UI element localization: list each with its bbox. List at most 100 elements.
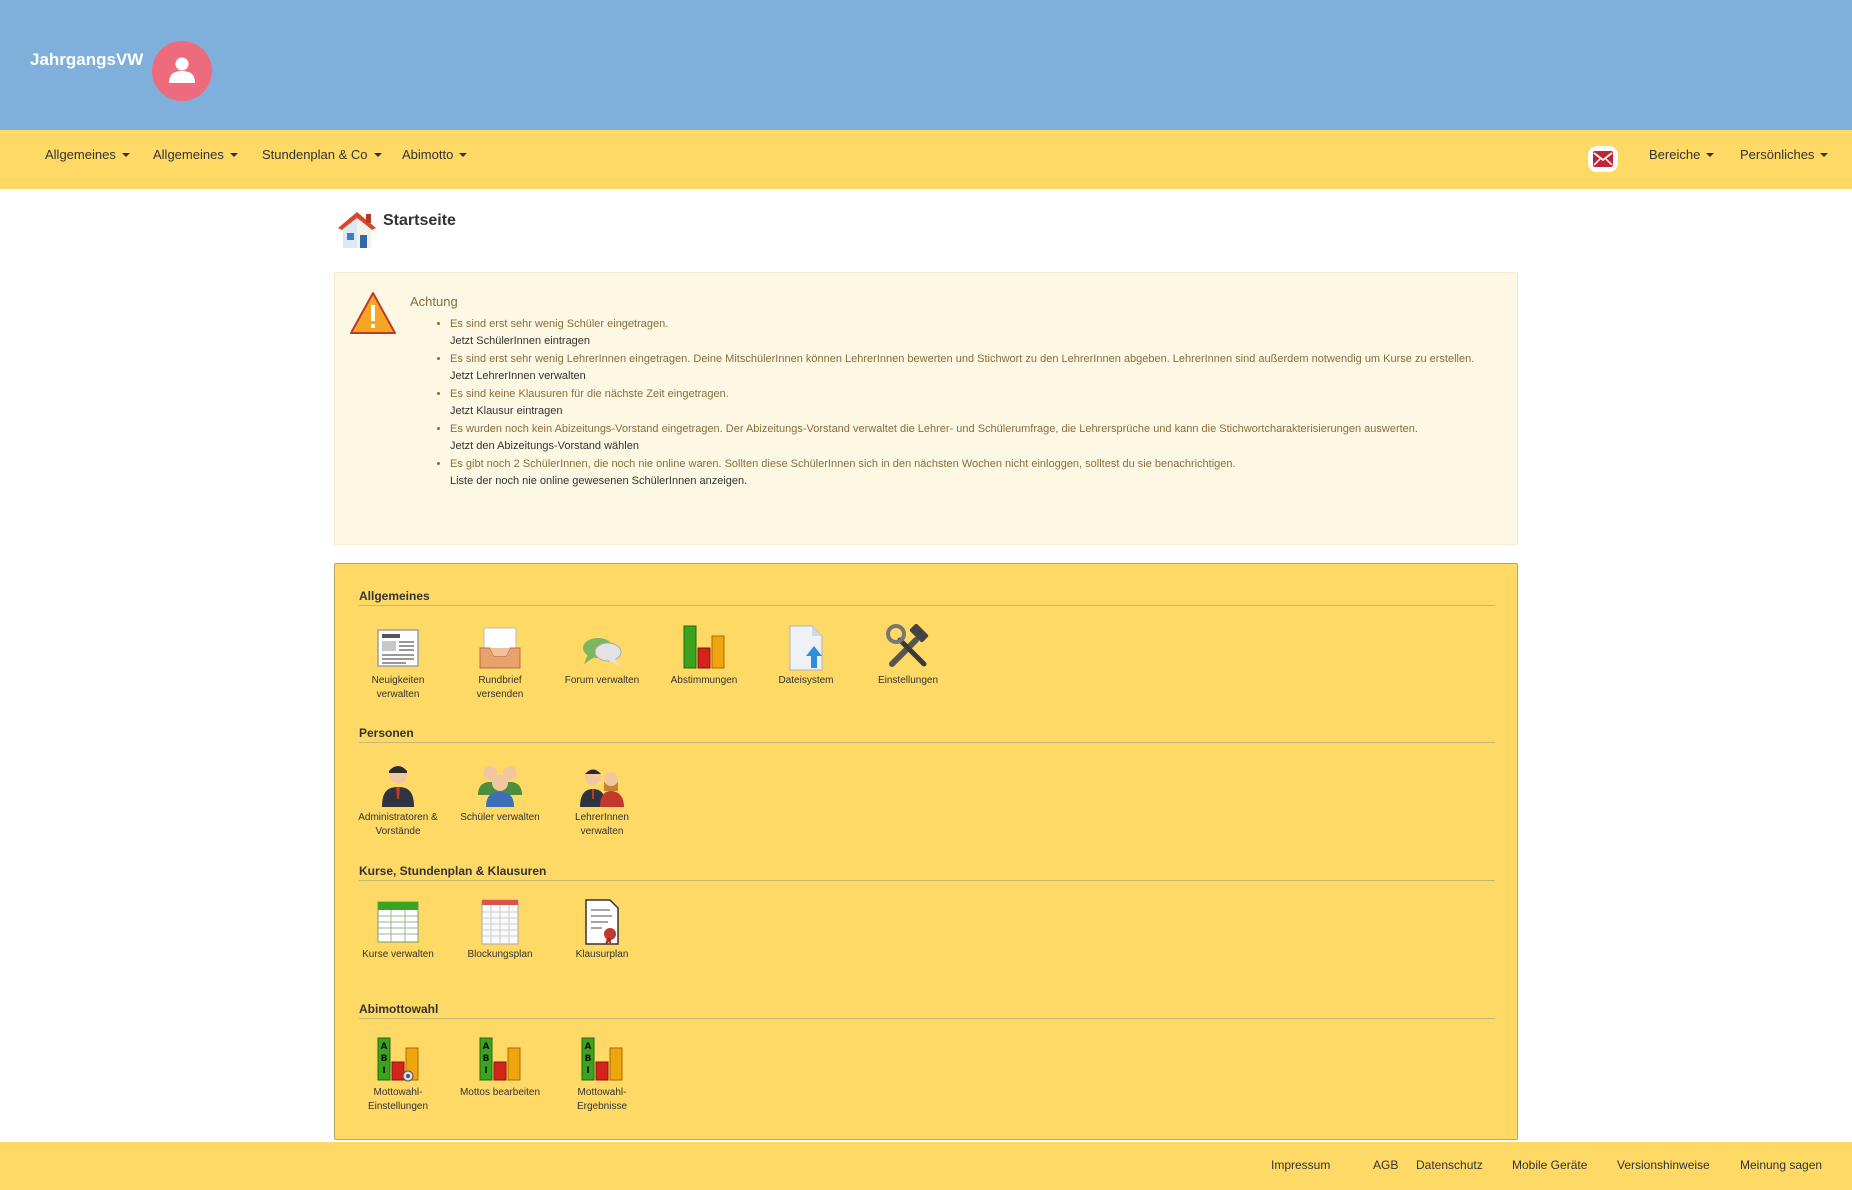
- nav-label: Bereiche: [1649, 147, 1701, 162]
- alert-text: Es sind erst sehr wenig LehrerInnen eing…: [450, 353, 1475, 365]
- caret-down-icon: [1706, 152, 1715, 157]
- teachers-icon: [580, 769, 624, 807]
- tile-label: Mottowahl-Einstellungen: [367, 1087, 429, 1112]
- tile-blockungsplan[interactable]: Blockungsplan: [455, 898, 545, 962]
- nav-menu-abimotto[interactable]: Abimotto: [402, 130, 468, 189]
- svg-text:I: I: [484, 1066, 487, 1076]
- nav-menu-persoenliches[interactable]: Persönliches: [1740, 130, 1829, 189]
- warning-alert: Achtung Es sind erst sehr wenig Schüler …: [334, 272, 1518, 545]
- svg-text:I: I: [586, 1066, 589, 1076]
- warning-icon: [350, 292, 396, 334]
- certificate-icon: [585, 899, 619, 945]
- section-divider: [359, 880, 1495, 881]
- tile-label: Einstellungen: [877, 675, 939, 686]
- footer-link-impressum[interactable]: Impressum: [1271, 1158, 1330, 1172]
- alert-title: Achtung: [410, 294, 458, 309]
- caret-down-icon: [121, 152, 130, 157]
- nav-menu-allgemeines-1[interactable]: Allgemeines: [45, 130, 130, 189]
- caret-down-icon: [229, 152, 238, 157]
- tile-schueler[interactable]: Schüler verwalten: [455, 761, 545, 825]
- newspaper-icon: [377, 629, 419, 667]
- main-navbar: Allgemeines Allgemeines Stundenplan & Co…: [0, 130, 1852, 189]
- alert-action-link[interactable]: Jetzt Klausur eintragen: [450, 403, 1502, 420]
- alert-action-link[interactable]: Liste der noch nie online gewesenen Schü…: [450, 473, 1502, 490]
- svg-text:B: B: [585, 1054, 592, 1064]
- section-title-allgemeines: Allgemeines: [359, 589, 430, 603]
- footer-link-agb[interactable]: AGB: [1373, 1158, 1398, 1172]
- footer-link-mobile-geraete[interactable]: Mobile Geräte: [1512, 1158, 1587, 1172]
- tile-mottowahl-ergebnisse[interactable]: A B I Mottowahl-Ergebnisse: [557, 1036, 647, 1114]
- svg-text:B: B: [483, 1054, 490, 1064]
- footer-link-versionshinweise[interactable]: Versionshinweise: [1617, 1158, 1710, 1172]
- tile-label: Klausurplan: [575, 949, 629, 960]
- admin-person-icon: [382, 766, 414, 807]
- svg-text:A: A: [585, 1042, 592, 1052]
- admin-panel: Allgemeines Neuigkeiten verwalten Rundbr…: [334, 563, 1518, 1140]
- section-divider: [359, 742, 1495, 743]
- tile-einstellungen[interactable]: Einstellungen: [863, 624, 953, 688]
- caret-down-icon: [373, 152, 382, 157]
- nav-menu-bereiche[interactable]: Bereiche: [1649, 130, 1715, 189]
- caret-down-icon: [1820, 152, 1829, 157]
- tile-label: Forum verwalten: [564, 675, 640, 686]
- alert-item: Es sind erst sehr wenig Schüler eingetra…: [450, 316, 1502, 350]
- tile-forum[interactable]: Forum verwalten: [557, 624, 647, 688]
- envelope-icon: [1593, 151, 1613, 167]
- alert-action-link[interactable]: Jetzt LehrerInnen verwalten: [450, 368, 1502, 385]
- tile-klausurplan[interactable]: Klausurplan: [557, 898, 647, 962]
- footer: Impressum AGB Datenschutz Mobile Geräte …: [0, 1142, 1852, 1190]
- alert-item: Es gibt noch 2 SchülerInnen, die noch ni…: [450, 456, 1502, 490]
- alert-item: Es sind erst sehr wenig LehrerInnen eing…: [450, 351, 1502, 385]
- nav-menu-allgemeines-2[interactable]: Allgemeines: [153, 130, 238, 189]
- alert-list: Es sind erst sehr wenig Schüler eingetra…: [450, 316, 1502, 491]
- footer-link-meinung-sagen[interactable]: Meinung sagen: [1740, 1158, 1822, 1172]
- svg-text:B: B: [381, 1054, 388, 1064]
- section-title-personen: Personen: [359, 726, 414, 740]
- tile-label: LehrerInnen verwalten: [575, 812, 629, 837]
- footer-link-datenschutz[interactable]: Datenschutz: [1416, 1158, 1483, 1172]
- tile-lehrerinnen[interactable]: LehrerInnen verwalten: [557, 761, 647, 839]
- tile-rundbrief[interactable]: Rundbrief versenden: [455, 624, 545, 702]
- bar-chart-icon: [683, 625, 725, 669]
- tile-kurse[interactable]: Kurse verwalten: [353, 898, 443, 962]
- abi-chart-results-icon: A B I: [581, 1037, 623, 1081]
- alert-action-link[interactable]: Jetzt SchülerInnen eintragen: [450, 333, 1502, 350]
- tile-neuigkeiten[interactable]: Neuigkeiten verwalten: [353, 624, 443, 702]
- grid-sheet-icon: [481, 899, 519, 945]
- section-title-abimottowahl: Abimottowahl: [359, 1002, 439, 1016]
- tile-label: Neuigkeiten verwalten: [371, 675, 425, 700]
- abi-chart-icon: A B I: [479, 1037, 521, 1081]
- home-icon: [338, 212, 376, 248]
- alert-action-link[interactable]: Jetzt den Abizeitungs-Vorstand wählen: [450, 438, 1502, 455]
- speech-bubbles-icon: [583, 638, 622, 666]
- tile-label: Rundbrief versenden: [476, 675, 524, 700]
- tile-administratoren[interactable]: Administratoren & Vorstände: [353, 761, 443, 839]
- tile-label: Mottowahl-Ergebnisse: [576, 1087, 628, 1112]
- tile-label: Schüler verwalten: [460, 812, 540, 823]
- inbox-tray-icon: [479, 627, 521, 669]
- spreadsheet-icon: [377, 901, 419, 943]
- section-title-kurse: Kurse, Stundenplan & Klausuren: [359, 864, 547, 878]
- file-upload-icon: [789, 625, 823, 671]
- nav-label: Allgemeines: [45, 147, 116, 162]
- alert-text: Es sind keine Klausuren für die nächste …: [450, 388, 729, 400]
- tools-icon: [886, 624, 929, 667]
- alert-item: Es sind keine Klausuren für die nächste …: [450, 386, 1502, 420]
- tile-label: Mottos bearbeiten: [459, 1087, 541, 1098]
- messages-button[interactable]: [1588, 146, 1618, 172]
- section-divider: [359, 605, 1495, 606]
- student-group-icon: [478, 766, 522, 807]
- tile-abstimmungen[interactable]: Abstimmungen: [659, 624, 749, 688]
- nav-menu-stundenplan[interactable]: Stundenplan & Co: [262, 130, 382, 189]
- tile-label: Blockungsplan: [467, 949, 533, 960]
- svg-text:A: A: [381, 1042, 388, 1052]
- nav-label: Stundenplan & Co: [262, 147, 368, 162]
- tile-mottowahl-einstellungen[interactable]: A B I Mottowahl-Einstellungen: [353, 1036, 443, 1114]
- tile-mottos-bearbeiten[interactable]: A B I Mottos bearbeiten: [455, 1036, 545, 1100]
- svg-text:A: A: [483, 1042, 490, 1052]
- tile-dateisystem[interactable]: Dateisystem: [761, 624, 851, 688]
- alert-text: Es sind erst sehr wenig Schüler eingetra…: [450, 318, 669, 330]
- brand-name[interactable]: JahrgangsVW: [30, 50, 143, 70]
- avatar[interactable]: [152, 41, 212, 101]
- nav-label: Persönliches: [1740, 147, 1815, 162]
